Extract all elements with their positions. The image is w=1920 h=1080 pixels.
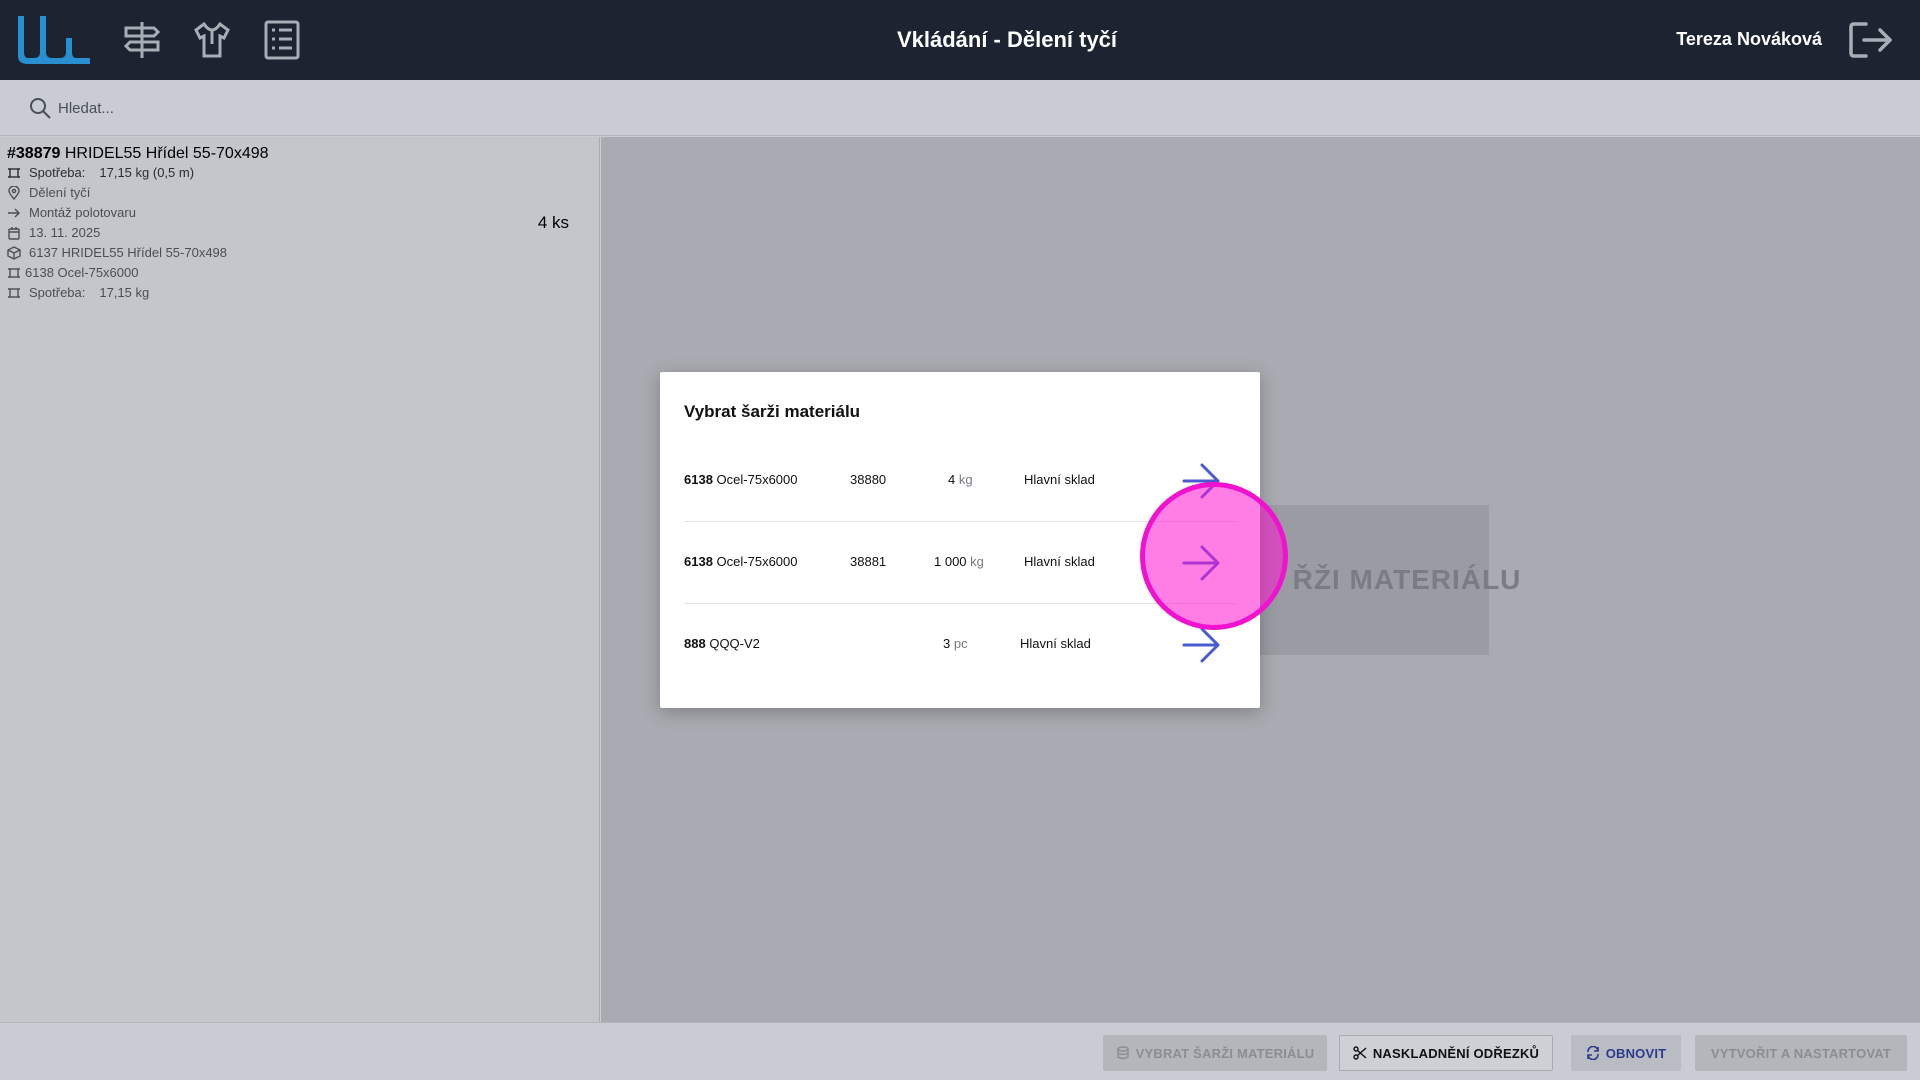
dialog-title: Vybrat šarži materiálu (684, 402, 861, 421)
workplace-text: Dělení tyčí (29, 185, 91, 200)
batch-row[interactable]: 6138 Ocel-75x6000 38880 4 kg Hlavní skla… (684, 440, 1236, 522)
order-product: 6137 HRIDEL55 Hřídel 55-70x498 (7, 245, 227, 260)
batch-material-code: 888 (684, 636, 706, 651)
list-icon[interactable] (260, 18, 304, 62)
batch-material-name: Ocel-75x6000 (716, 554, 798, 569)
order-date: 13. 11. 2025 (7, 225, 100, 240)
select-batch-button[interactable]: VYBRAT ŠARŽI MATERIÁLU (1103, 1035, 1327, 1071)
order-quantity: 4 ks (537, 213, 569, 232)
top-bar: Vkládání - Dělení tyčí Tereza Nováková (0, 0, 1920, 80)
batch-amount: 4 kg (948, 472, 973, 487)
refresh-label: OBNOVIT (1605, 1045, 1667, 1061)
refresh-button[interactable]: OBNOVIT (1571, 1035, 1681, 1071)
order-consumption: Spotřeba: 17,15 kg (0,5 m) (7, 165, 194, 180)
batch-number: 38881 (850, 554, 887, 569)
date-text: 13. 11. 2025 (29, 225, 101, 240)
batch-row[interactable]: 888 QQQ-V2 3 pc Hlavní sklad (684, 604, 1236, 686)
batch-amount-unit: pc (953, 636, 968, 651)
search-icon (30, 98, 51, 119)
batch-amount-value: 4 (948, 472, 956, 487)
select-batch-label: VYBRAT ŠARŽI MATERIÁLU (1135, 1045, 1315, 1061)
arrow-right-icon (8, 208, 20, 217)
create-start-label: VYTVOŘIT A NASTARTOVAT (1710, 1045, 1892, 1061)
database-icon (1116, 1046, 1129, 1060)
order-list: #38879 HRIDEL55 Hřídel 55-70x498 Spotřeb… (0, 137, 600, 1022)
product-icon (7, 245, 21, 260)
batch-amount: 3 pc (943, 636, 968, 651)
batch-amount: 1 000 kg (934, 554, 984, 569)
order-workplace: Dělení tyčí (7, 185, 90, 200)
batch-warehouse: Hlavní sklad (1020, 636, 1091, 651)
logo-icon[interactable] (14, 12, 94, 68)
select-batch-card[interactable]: ŘŽI MATERIÁLU (1245, 505, 1520, 655)
order-material-consumption: Spotřeba: 17,15 kg (7, 285, 149, 300)
order-title: #38879 HRIDEL55 Hřídel 55-70x498 (7, 145, 269, 163)
material-consumption-label: Spotřeba: (29, 285, 86, 300)
search-bar (0, 80, 1920, 136)
search-input[interactable] (58, 92, 658, 124)
signpost-icon[interactable] (120, 18, 164, 62)
batch-warehouse: Hlavní sklad (1024, 554, 1095, 569)
batch-material-name: Ocel-75x6000 (716, 472, 798, 487)
batch-material: 888 QQQ-V2 (684, 636, 760, 651)
order-name: HRIDEL55 Hřídel 55-70x498 (64, 145, 269, 162)
refresh-icon (1586, 1046, 1599, 1060)
calendar-icon (8, 226, 20, 240)
material-icon (8, 267, 20, 278)
batch-row[interactable]: 6138 Ocel-75x6000 38881 1 000 kg Hlavní … (684, 522, 1236, 604)
product-text: 6137 HRIDEL55 Hřídel 55-70x498 (29, 245, 228, 260)
consumption-label: Spotřeba: (29, 165, 86, 180)
material-icon (8, 287, 20, 298)
logout-icon[interactable] (1848, 20, 1894, 60)
material-consumption-value: 17,15 kg (99, 285, 150, 300)
batch-material-code: 6138 (684, 554, 713, 569)
batch-amount-unit: kg (970, 554, 984, 569)
store-offcuts-label: NASKLADNĚNÍ ODŘEZKŮ (1372, 1045, 1540, 1061)
consumption-value: 17,15 kg (0,5 m) (99, 165, 195, 180)
batch-material: 6138 Ocel-75x6000 (684, 554, 798, 569)
batch-material: 6138 Ocel-75x6000 (684, 472, 798, 487)
select-batch-card-label: ŘŽI MATERIÁLU (1292, 564, 1522, 595)
create-start-button[interactable]: VYTVOŘIT A NASTARTOVAT (1695, 1035, 1907, 1071)
scissors-icon (1353, 1046, 1367, 1060)
select-arrow-icon[interactable] (1180, 461, 1222, 501)
footer-bar: VYBRAT ŠARŽI MATERIÁLU NASKLADNĚNÍ ODŘEZ… (0, 1022, 1920, 1080)
select-arrow-icon[interactable] (1180, 543, 1222, 583)
batch-amount-unit: kg (958, 472, 973, 487)
material-icon (8, 167, 20, 178)
select-batch-dialog: Vybrat šarži materiálu 6138 Ocel-75x6000… (660, 372, 1260, 708)
shirt-icon[interactable] (190, 18, 234, 62)
store-offcuts-button[interactable]: NASKLADNĚNÍ ODŘEZKŮ (1339, 1035, 1553, 1071)
batch-warehouse: Hlavní sklad (1024, 472, 1095, 487)
batch-material-name: QQQ-V2 (709, 636, 760, 651)
next-step-text: Montáž polotovaru (29, 205, 136, 220)
location-pin-icon (8, 185, 20, 200)
select-arrow-icon[interactable] (1180, 625, 1222, 665)
batch-amount-value: 1 000 (934, 554, 967, 569)
batch-number: 38880 (850, 472, 887, 487)
user-name: Tereza Nováková (1676, 29, 1822, 49)
order-material: 6138 Ocel-75x6000 (7, 265, 138, 280)
order-next-step: Montáž polotovaru (7, 205, 136, 220)
batch-amount-value: 3 (943, 636, 951, 651)
order-number: #38879 (7, 145, 61, 162)
material-text: 6138 Ocel-75x6000 (25, 265, 139, 280)
batch-material-code: 6138 (684, 472, 713, 487)
